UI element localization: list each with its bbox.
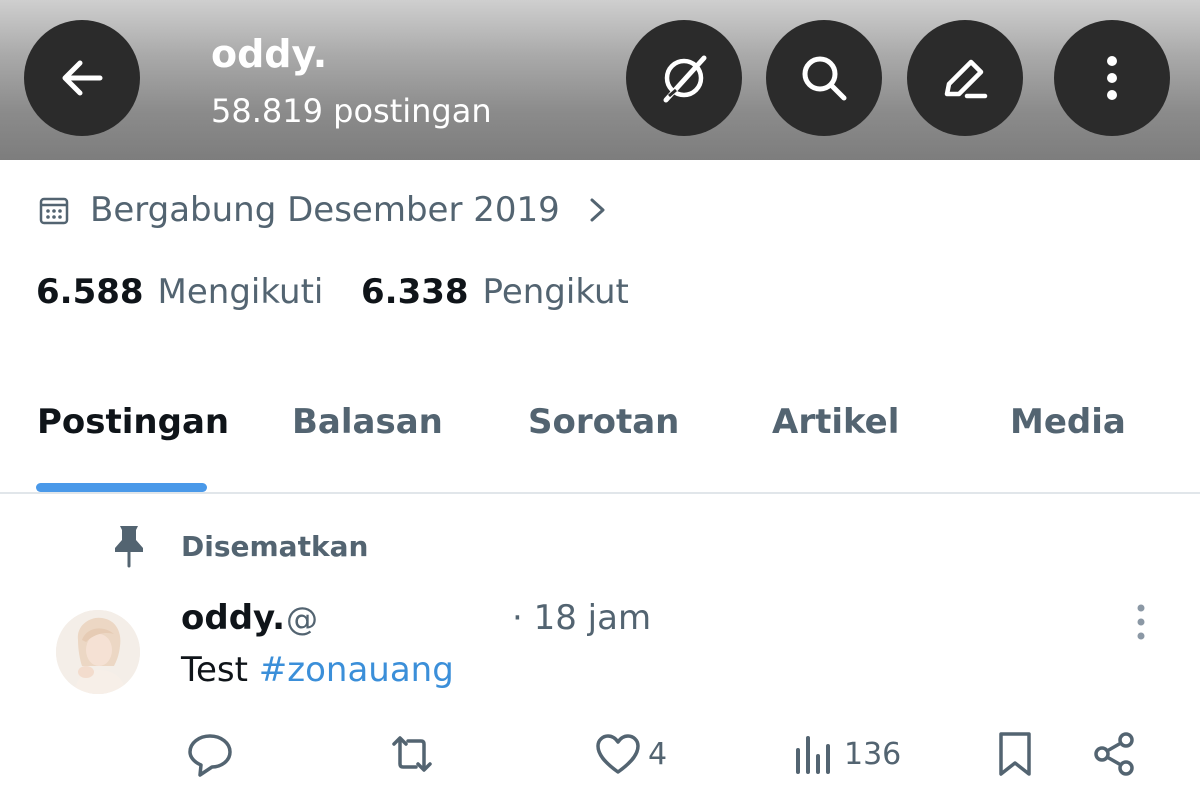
edit-icon [944, 59, 988, 99]
grok-icon [663, 55, 707, 103]
active-tab-indicator [36, 483, 207, 492]
tab-media[interactable]: Media [1010, 402, 1126, 442]
post-author-name[interactable]: oddy. [181, 598, 285, 638]
pinned-indicator: Disematkan [112, 524, 368, 568]
post-body-text: Test [181, 650, 248, 690]
repost-icon [392, 736, 432, 772]
avatar-image [56, 610, 140, 694]
repost-button[interactable] [388, 728, 436, 780]
post-author-handle[interactable]: @ [286, 600, 318, 638]
tab-balasan[interactable]: Balasan [292, 402, 443, 442]
back-button[interactable] [24, 20, 140, 136]
reply-button[interactable] [186, 728, 234, 780]
followers-link[interactable]: 6.338 Pengikut [361, 272, 629, 312]
tab-artikel[interactable]: Artikel [772, 402, 899, 442]
pinned-label: Disematkan [181, 529, 369, 563]
following-link[interactable]: 6.588 Mengikuti [36, 272, 323, 312]
back-arrow-icon [62, 60, 103, 96]
calendar-icon [39, 197, 69, 225]
search-button[interactable] [766, 20, 882, 136]
followers-count: 6.338 [361, 272, 469, 312]
views-button[interactable]: 136 [790, 728, 901, 780]
share-icon [1094, 732, 1134, 776]
post-timestamp[interactable]: · 18 jam [512, 598, 651, 638]
tab-sorotan[interactable]: Sorotan [528, 402, 679, 442]
post-hashtag-link[interactable]: #zonauang [259, 650, 454, 690]
reply-icon [188, 734, 232, 777]
bookmark-icon [999, 732, 1031, 776]
analytics-icon [796, 736, 830, 774]
following-count: 6.588 [36, 272, 144, 312]
edit-button[interactable] [907, 20, 1023, 136]
joined-date-text: Bergabung Desember 2019 [90, 190, 560, 230]
header-post-count: 58.819 postingan [211, 92, 492, 130]
profile-header: oddy. 58.819 postingan [0, 0, 1200, 160]
chevron-right-icon [590, 198, 605, 222]
tab-divider [0, 492, 1200, 494]
avatar[interactable] [56, 610, 140, 694]
more-vertical-icon [1107, 56, 1117, 100]
search-icon [802, 56, 847, 101]
grok-button[interactable] [626, 20, 742, 136]
joined-date-row[interactable]: Bergabung Desember 2019 [38, 190, 610, 230]
pin-icon [115, 526, 143, 568]
following-label: Mengikuti [157, 272, 324, 312]
followers-label: Pengikut [482, 272, 629, 312]
like-count: 4 [648, 736, 668, 772]
share-button[interactable] [1090, 728, 1138, 780]
post-text: Test #zonauang [181, 650, 454, 690]
more-options-button[interactable] [1054, 20, 1170, 136]
like-button[interactable]: 4 [594, 728, 667, 780]
bookmark-button[interactable] [991, 728, 1039, 780]
header-username: oddy. [211, 32, 328, 76]
post-more-icon[interactable] [1126, 602, 1156, 642]
heart-icon [596, 734, 640, 774]
tab-postingan[interactable]: Postingan [37, 402, 229, 442]
view-count: 136 [844, 736, 902, 772]
